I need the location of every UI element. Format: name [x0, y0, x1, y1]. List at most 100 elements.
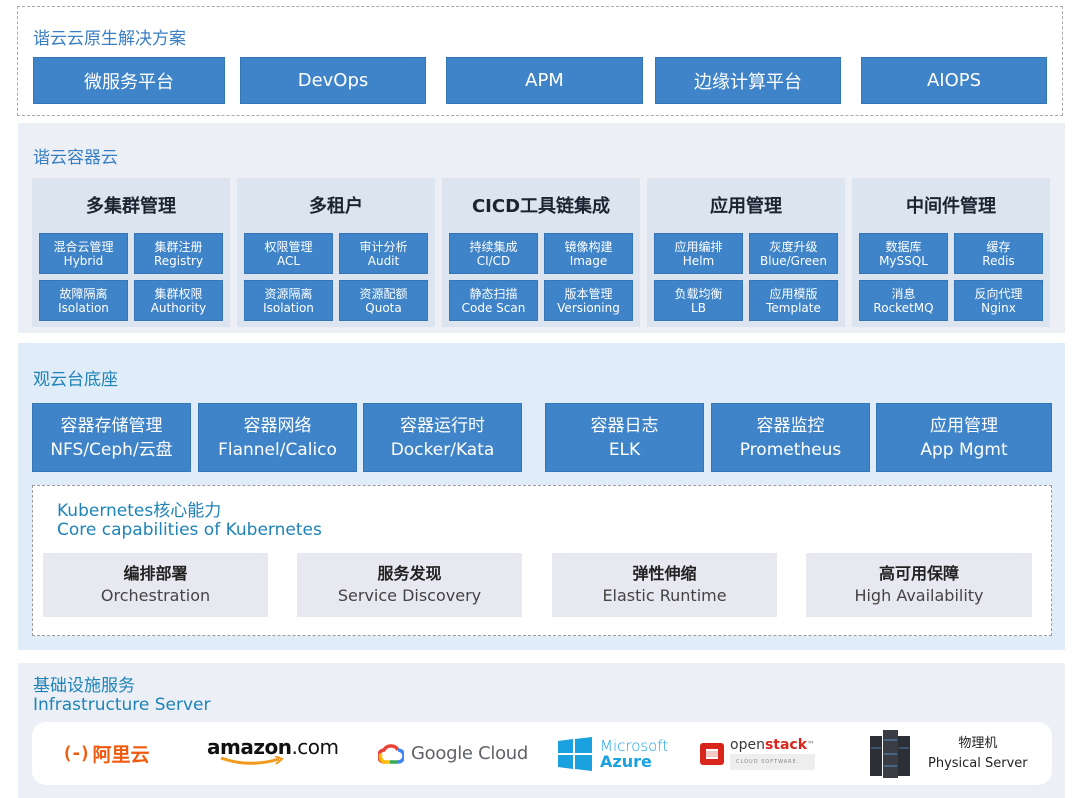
- solution-edge-computing[interactable]: 边缘计算平台: [655, 57, 841, 104]
- cap-cn: 高可用保障: [878, 564, 959, 583]
- box-en: Flannel/Calico: [218, 439, 337, 460]
- cell-cn: 集群注册: [154, 239, 203, 254]
- cell-en: Audit: [367, 253, 400, 268]
- google-cloud-icon: [378, 743, 404, 764]
- k8s-title-cn: Kubernetes核心能力: [57, 501, 222, 521]
- cell-cn: 审计分析: [359, 239, 408, 254]
- k8s-orchestration[interactable]: 编排部署 Orchestration: [43, 553, 268, 617]
- base-monitoring[interactable]: 容器监控 Prometheus: [711, 403, 870, 472]
- base-storage[interactable]: 容器存储管理 NFS/Ceph/云盘: [32, 403, 191, 472]
- cell-en: Nginx: [981, 300, 1016, 315]
- group-title: 多租户: [309, 196, 363, 217]
- kubernetes-core-panel: Kubernetes核心能力 Core capabilities of Kube…: [32, 485, 1052, 636]
- cap-cn: 服务发现: [377, 564, 442, 583]
- amazon-logo[interactable]: amazon.com: [207, 722, 339, 785]
- cell-en: CI/CD: [476, 253, 511, 268]
- cell-mysql[interactable]: 数据库 MySSQL: [859, 233, 948, 274]
- cell-cn: 应用编排: [674, 239, 723, 254]
- cell-en: MySSQL: [879, 253, 928, 268]
- cell-cn: 资源配额: [359, 286, 408, 301]
- base-platform-panel: 观云台底座 容器存储管理 NFS/Ceph/云盘 容器网络 Flannel/Cali…: [18, 343, 1065, 650]
- openstack-stack: stack: [764, 736, 808, 753]
- cell-cicd[interactable]: 持续集成 CI/CD: [449, 233, 538, 274]
- base-app-mgmt[interactable]: 应用管理 App Mgmt: [876, 403, 1052, 472]
- group-cicd: CICD工具链集成 持续集成 CI/CD 镜像构建 Image 静态扫描 Code S…: [442, 178, 640, 327]
- cell-en: ACL: [276, 253, 301, 268]
- cell-rocketmq[interactable]: 消息 RocketMQ: [859, 280, 948, 321]
- openstack-logo[interactable]: openstack™ CLOUD SOFTWARE: [700, 722, 816, 785]
- cell-lb[interactable]: 负载均衡 LB: [654, 280, 743, 321]
- cell-en: Code Scan: [461, 300, 526, 315]
- cell-resource-isolation[interactable]: 资源隔离 Isolation: [244, 280, 333, 321]
- google-cloud-logo[interactable]: Google Cloud: [378, 722, 528, 785]
- azure-line2: Azure: [600, 751, 652, 771]
- cell-en: Image: [569, 253, 608, 268]
- cell-cn: 镜像构建: [564, 239, 613, 254]
- server-rack-icon: [870, 729, 910, 778]
- base-network[interactable]: 容器网络 Flannel/Calico: [198, 403, 357, 472]
- amazon-dotcom: .com: [291, 734, 339, 759]
- base-runtime[interactable]: 容器运行时 Docker/Kata: [363, 403, 522, 472]
- box-en: NFS/Ceph/云盘: [50, 439, 173, 460]
- cell-cn: 反向代理: [974, 286, 1023, 301]
- solution-devops[interactable]: DevOps: [240, 57, 426, 104]
- cap-cn: 编排部署: [123, 564, 188, 583]
- cap-en: High Availability: [854, 586, 984, 605]
- windows-icon: [558, 736, 592, 771]
- box-cn: 容器运行时: [400, 415, 485, 436]
- amazon-smile-icon: [220, 755, 284, 765]
- box-cn: 容器监控: [756, 415, 825, 436]
- openstack-icon: [700, 742, 724, 765]
- k8s-title-en: Core capabilities of Kubernetes: [57, 520, 322, 540]
- solution-microservice[interactable]: 微服务平台: [33, 57, 225, 104]
- cell-redis[interactable]: 缓存 Redis: [954, 233, 1043, 274]
- azure-logo[interactable]: Microsoft Azure: [558, 722, 668, 785]
- cell-nginx[interactable]: 反向代理 Nginx: [954, 280, 1043, 321]
- solution-apm[interactable]: APM: [446, 57, 643, 104]
- google-cloud-text: Google Cloud: [411, 743, 529, 764]
- k8s-high-availability[interactable]: 高可用保障 High Availability: [806, 553, 1032, 617]
- cell-cn: 数据库: [885, 239, 922, 254]
- physical-server-logo[interactable]: 物理机 Physical Server: [870, 722, 1028, 785]
- infrastructure-panel: 基础设施服务 Infrastructure Server (-) 阿里云 ama…: [18, 663, 1065, 798]
- cell-en: Hybrid: [63, 253, 104, 268]
- cap-cn: 弹性伸缩: [632, 564, 697, 583]
- base-logging[interactable]: 容器日志 ELK: [545, 403, 704, 472]
- openstack-sub: CLOUD SOFTWARE: [730, 753, 816, 770]
- cell-image[interactable]: 镜像构建 Image: [544, 233, 633, 274]
- cell-blue-green[interactable]: 灰度升级 Blue/Green: [749, 233, 838, 274]
- cell-cn: 集群权限: [154, 286, 203, 301]
- k8s-elastic-runtime[interactable]: 弹性伸缩 Elastic Runtime: [552, 553, 777, 617]
- cell-isolation[interactable]: 故障隔离 Isolation: [39, 280, 128, 321]
- cell-authority[interactable]: 集群权限 Authority: [134, 280, 223, 321]
- k8s-service-discovery[interactable]: 服务发现 Service Discovery: [297, 553, 522, 617]
- cell-versioning[interactable]: 版本管理 Versioning: [544, 280, 633, 321]
- openstack-tm: ™: [807, 739, 816, 749]
- box-cn: 容器日志: [590, 415, 659, 436]
- cell-audit[interactable]: 审计分析 Audit: [339, 233, 428, 274]
- cell-en: Versioning: [557, 300, 620, 315]
- cell-code-scan[interactable]: 静态扫描 Code Scan: [449, 280, 538, 321]
- cell-acl[interactable]: 权限管理 ACL: [244, 233, 333, 274]
- group-multi-tenant: 多租户 权限管理 ACL 审计分析 Audit 资源隔离 Isolation 资源配额…: [237, 178, 435, 327]
- cell-cn: 灰度升级: [769, 239, 818, 254]
- cell-registry[interactable]: 集群注册 Registry: [134, 233, 223, 274]
- aliyun-logo[interactable]: (-) 阿里云: [62, 722, 150, 785]
- cell-template[interactable]: 应用模版 Template: [749, 280, 838, 321]
- solutions-panel: 谐云云原生解决方案 微服务平台 DevOps APM 边缘计算平台 AIOPS: [17, 6, 1063, 116]
- solution-aiops[interactable]: AIOPS: [861, 57, 1047, 104]
- cell-quota[interactable]: 资源配额 Quota: [339, 280, 428, 321]
- cap-en: Service Discovery: [337, 586, 482, 605]
- cell-cn: 权限管理: [264, 239, 313, 254]
- cell-en: Registry: [153, 253, 204, 268]
- box-en: App Mgmt: [920, 439, 1008, 460]
- box-cn: 容器存储管理: [60, 415, 163, 436]
- group-middleware: 中间件管理 数据库 MySSQL 缓存 Redis 消息 RocketMQ 反向代理 N…: [852, 178, 1050, 327]
- cell-cn: 消息: [891, 286, 916, 301]
- cell-hybrid[interactable]: 混合云管理 Hybrid: [39, 233, 128, 274]
- box-en: Docker/Kata: [390, 439, 495, 460]
- infra-title-en: Infrastructure Server: [33, 695, 211, 715]
- group-title: CICD工具链集成: [471, 196, 611, 217]
- cell-helm[interactable]: 应用编排 Helm: [654, 233, 743, 274]
- container-cloud-title: 谐云容器云: [33, 148, 118, 168]
